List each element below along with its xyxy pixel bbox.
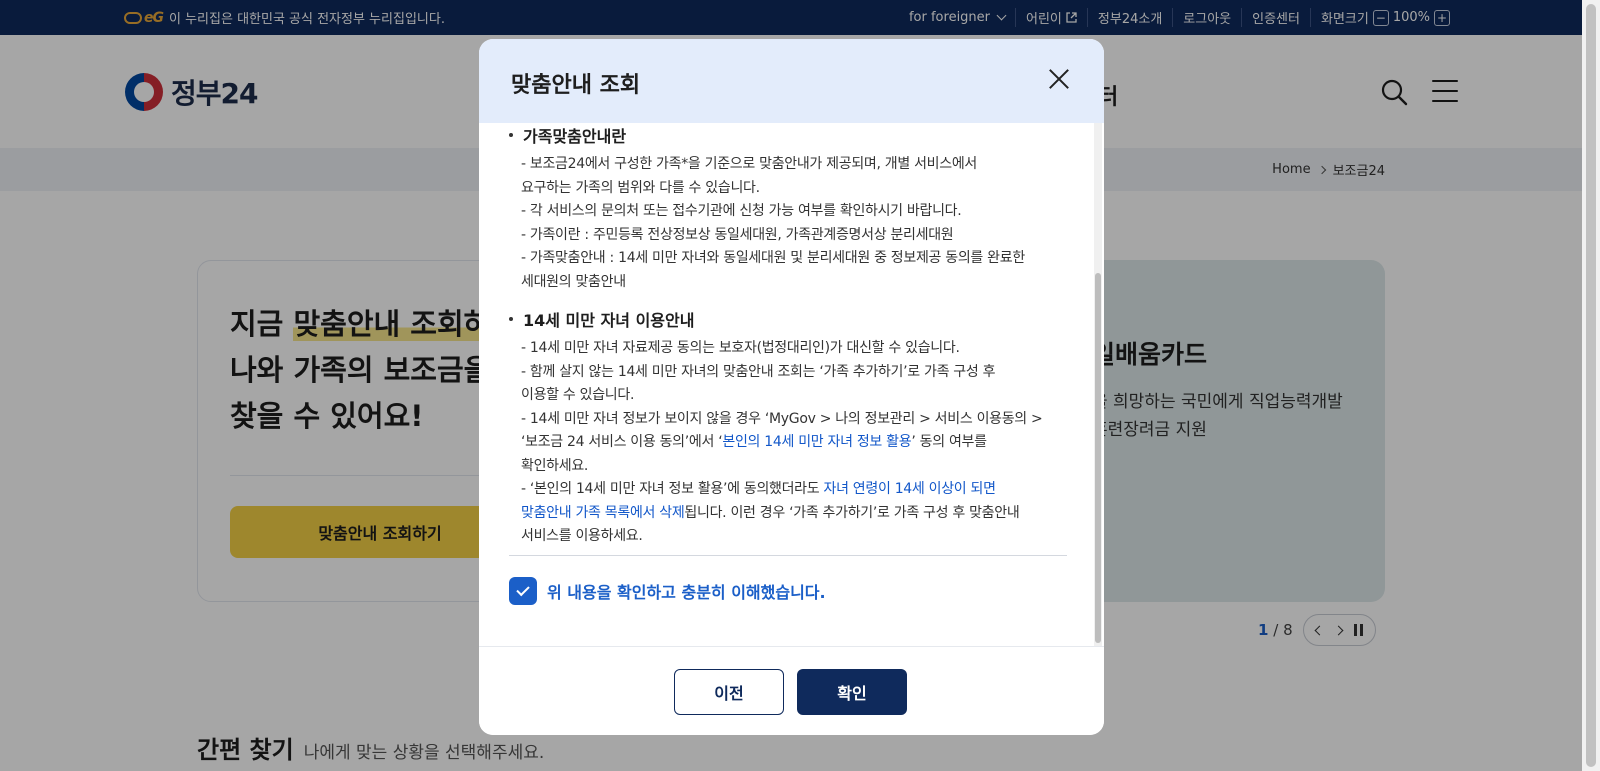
section-lines: - 보조금24에서 구성한 가족*을 기준으로 맞춤안내가 제공되며, 개별 서… [521, 156, 1025, 290]
bullet-icon [509, 133, 513, 137]
page-scrollbar[interactable] [1582, 0, 1600, 771]
modal-footer: 이전 확인 [479, 646, 1104, 735]
bullet-icon [509, 317, 513, 321]
under14-section: 14세 미만 자녀 이용안내 - 14세 미만 자녀 자료제공 동의는 보호자(… [509, 307, 1069, 549]
highlight-text: 맞춤안내 가족 목록에서 삭제 [521, 504, 685, 521]
modal-title: 맞춤안내 조회 [511, 73, 641, 98]
prev-button[interactable]: 이전 [674, 669, 784, 715]
confirm-button[interactable]: 확인 [797, 669, 907, 715]
close-icon[interactable] [1045, 65, 1073, 93]
section-title: 14세 미만 자녀 이용안내 [509, 307, 1069, 331]
divider [509, 555, 1067, 556]
modal-scrollbar[interactable] [1094, 123, 1102, 653]
checkbox-checked-icon[interactable] [509, 577, 537, 605]
agree-label[interactable]: 위 내용을 확인하고 충분히 이해했습니다. [547, 579, 826, 603]
agree-checkbox-row[interactable]: 위 내용을 확인하고 충분히 이해했습니다. [509, 577, 826, 605]
family-guide-section: 가족맞춤안내란 - 보조금24에서 구성한 가족*을 기준으로 맞춤안내가 제공… [509, 123, 1069, 294]
highlight-text: 본인의 14세 미만 자녀 정보 활용 [722, 434, 912, 450]
modal-header: 맞춤안내 조회 [479, 39, 1104, 123]
modal-body[interactable]: 가족맞춤안내란 - 보조금24에서 구성한 가족*을 기준으로 맞춤안내가 제공… [479, 123, 1104, 653]
section-lines: - 14세 미만 자녀 자료제공 동의는 보호자(법정대리인)가 대신할 수 있… [521, 340, 1043, 544]
custom-guide-modal: 맞춤안내 조회 가족맞춤안내란 - 보조금24에서 구성한 가족*을 기준으로 … [479, 39, 1104, 735]
section-title: 가족맞춤안내란 [509, 123, 1069, 147]
highlight-text: 자녀 연령이 14세 이상이 되면 [823, 481, 997, 497]
